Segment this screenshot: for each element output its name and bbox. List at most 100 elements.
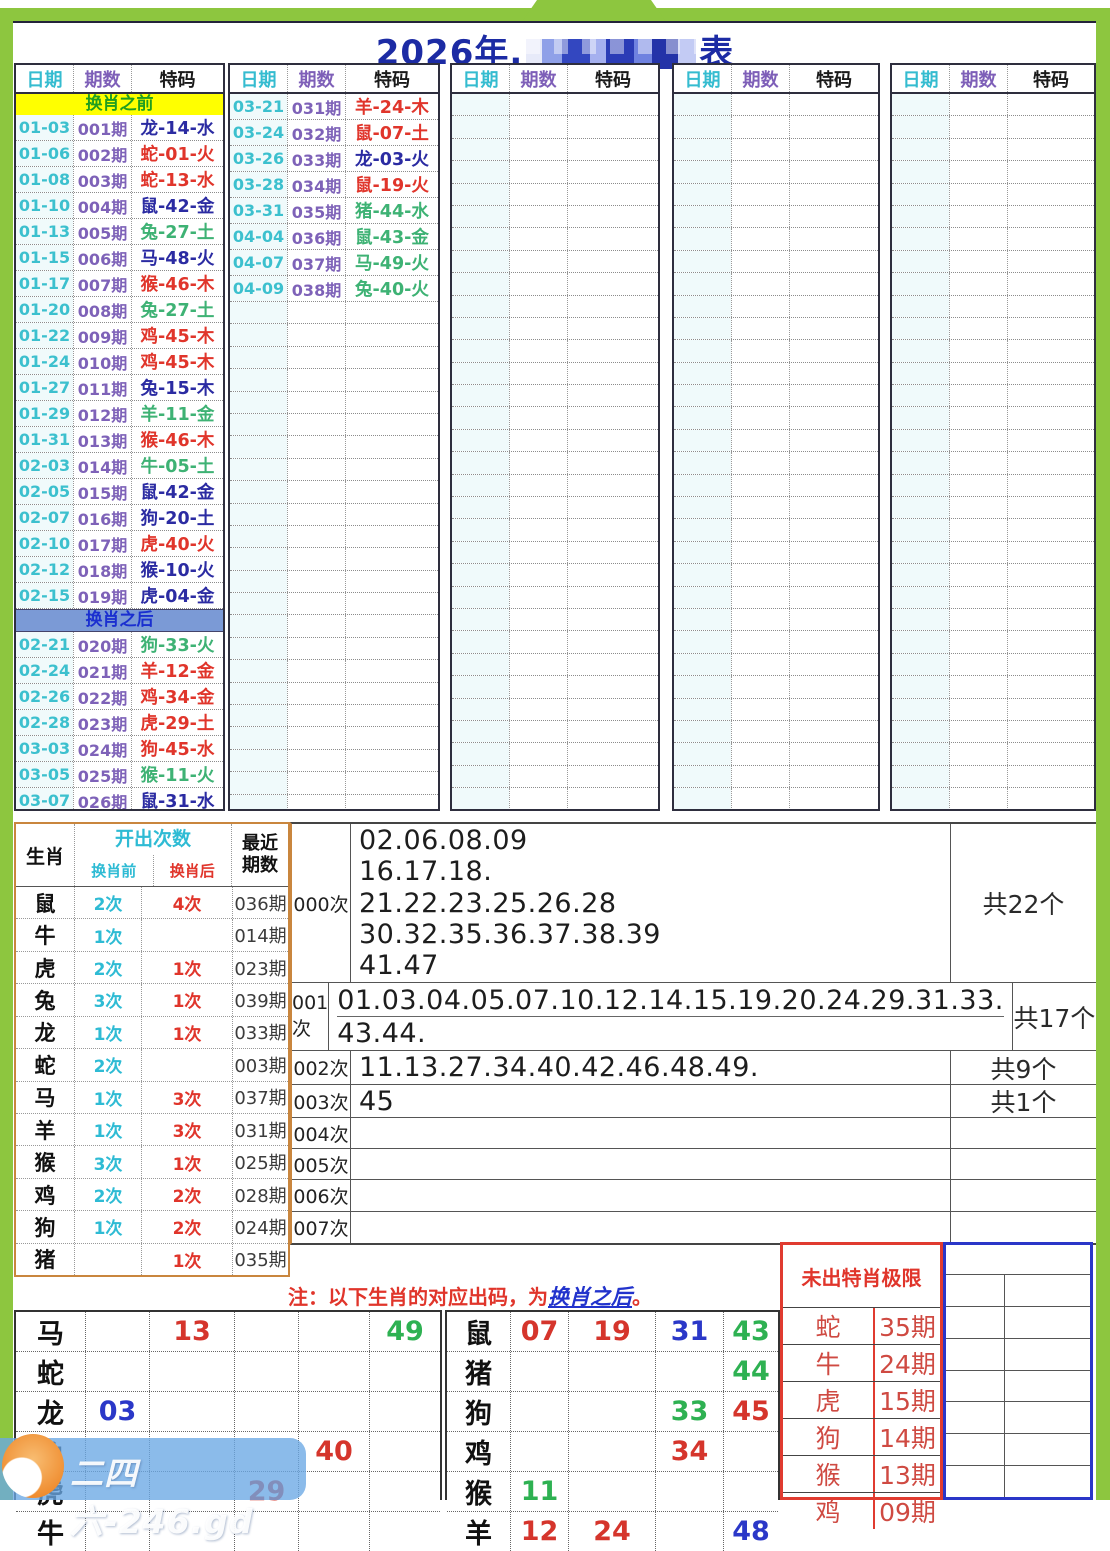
result-row <box>674 653 878 677</box>
zodiac-number-row: 鼠 07 19 31 43 <box>447 1312 778 1352</box>
result-row <box>230 615 438 638</box>
date-column-header: 日期 <box>462 69 499 91</box>
zodiac-cell: 猴 <box>16 1146 75 1178</box>
special-code-column-header: 特码 <box>159 69 196 91</box>
date-cell <box>230 794 287 809</box>
result-row <box>892 295 1094 318</box>
result-row <box>892 586 1094 609</box>
special-code-column-header: 特码 <box>1033 69 1069 91</box>
zodiac-cell: 猪 <box>16 1243 75 1276</box>
result-row <box>230 772 438 795</box>
number-cell <box>656 1352 724 1391</box>
date-cell: 03-26 <box>230 146 287 171</box>
period-cell <box>287 481 346 503</box>
limit-period-cell: 13期 <box>879 1461 936 1490</box>
date-cell <box>892 138 949 161</box>
empty-grid-row <box>946 1306 1090 1339</box>
zodiac-label: 蛇 <box>16 1352 86 1391</box>
date-cell <box>674 720 731 743</box>
special-code-cell: 龙-14-水 <box>140 119 215 139</box>
period-cell <box>287 413 346 436</box>
result-row <box>892 273 1094 296</box>
recent-period-cell: 035期 <box>232 1243 288 1276</box>
bottom-right-table: 鼠 07 19 31 43 猪 44 狗 33 45 鸡 34 猴 11 羊 12 24 48 <box>445 1310 780 1551</box>
result-row <box>674 228 878 251</box>
period-cell <box>949 183 1008 205</box>
period-cell <box>287 637 346 660</box>
special-code-cell <box>568 699 658 720</box>
special-code-cell <box>346 369 438 390</box>
period-cell <box>287 302 346 324</box>
date-cell: 02-05 <box>16 479 73 504</box>
period-cell: 020期 <box>73 632 132 657</box>
special-code-column-header: 特码 <box>816 69 852 91</box>
period-cell: 031期 <box>287 94 346 119</box>
period-cell: 001期 <box>73 115 132 140</box>
date-cell <box>230 458 287 481</box>
special-code-cell <box>1008 139 1094 160</box>
result-row: 03-31 035期 猪-44-水 <box>230 198 438 224</box>
period-cell <box>731 94 790 116</box>
date-cell <box>674 608 731 631</box>
period-cell <box>949 407 1008 429</box>
zodiac-number-row: 狗 33 45 <box>447 1392 778 1432</box>
special-code-cell <box>1008 318 1094 339</box>
period-cell: 018期 <box>73 557 132 582</box>
date-cell <box>230 436 287 458</box>
period-cell <box>949 541 1008 564</box>
date-cell <box>452 94 509 116</box>
special-code-cell <box>346 481 438 502</box>
recent-period-cell: 033期 <box>232 1016 288 1049</box>
result-row <box>892 183 1094 206</box>
date-cell <box>892 564 949 586</box>
count-after-cell: 3次 <box>141 1081 232 1113</box>
period-cell <box>949 788 1008 809</box>
special-code-cell: 猴-11-火 <box>140 766 215 786</box>
date-cell <box>230 772 287 794</box>
date-cell <box>452 228 509 250</box>
count-after-cell <box>141 1049 232 1081</box>
special-code-cell <box>790 609 878 630</box>
date-cell <box>452 385 509 407</box>
result-row: 02-10 017期 虎-40-火 <box>16 531 223 557</box>
result-row <box>230 794 438 809</box>
number-cell: 49 <box>386 1316 424 1347</box>
special-code-cell <box>346 638 438 659</box>
special-code-cell <box>568 587 658 608</box>
limit-period-cell: 14期 <box>879 1424 936 1453</box>
result-row <box>892 205 1094 229</box>
number-cell <box>370 1472 440 1511</box>
zodiac-stats-table: 生肖 开出次数 换肖前 换肖后 最近 期数 鼠 2次 4次 036期牛 1次 014期虎 2… <box>14 822 290 1277</box>
number-cell <box>370 1392 440 1431</box>
empty-grid-cell <box>946 1306 1005 1338</box>
result-row: 01-15 006期 马-48-火 <box>16 245 223 271</box>
special-code-cell <box>568 452 658 473</box>
result-row: 01-17 007期 猴-46-木 <box>16 271 223 297</box>
number-cell <box>235 1352 299 1391</box>
frequency-count-label: 002次 <box>292 1051 351 1084</box>
date-cell: 03-07 <box>16 788 73 809</box>
result-row <box>230 413 438 437</box>
period-cell <box>287 749 346 772</box>
result-row <box>452 653 658 677</box>
special-code-cell: 牛-05-土 <box>140 457 215 477</box>
date-cell <box>452 497 509 519</box>
period-cell: 035期 <box>287 198 346 223</box>
date-cell <box>230 391 287 413</box>
period-cell: 012期 <box>73 401 132 426</box>
number-cell: 40 <box>299 1432 370 1471</box>
empty-grid-row <box>946 1402 1090 1435</box>
period-cell <box>509 608 568 631</box>
zodiac-stats-row: 鼠 2次 4次 036期 <box>16 887 288 920</box>
date-cell <box>452 676 509 698</box>
period-cell: 003期 <box>73 167 132 192</box>
period-cell <box>509 698 568 720</box>
special-code-cell <box>790 116 878 137</box>
date-cell <box>230 525 287 548</box>
date-cell <box>674 228 731 250</box>
period-cell: 026期 <box>73 788 132 809</box>
special-code-cell <box>568 788 658 809</box>
result-row <box>892 698 1094 721</box>
special-code-cell <box>568 497 658 518</box>
special-code-cell <box>790 631 878 652</box>
